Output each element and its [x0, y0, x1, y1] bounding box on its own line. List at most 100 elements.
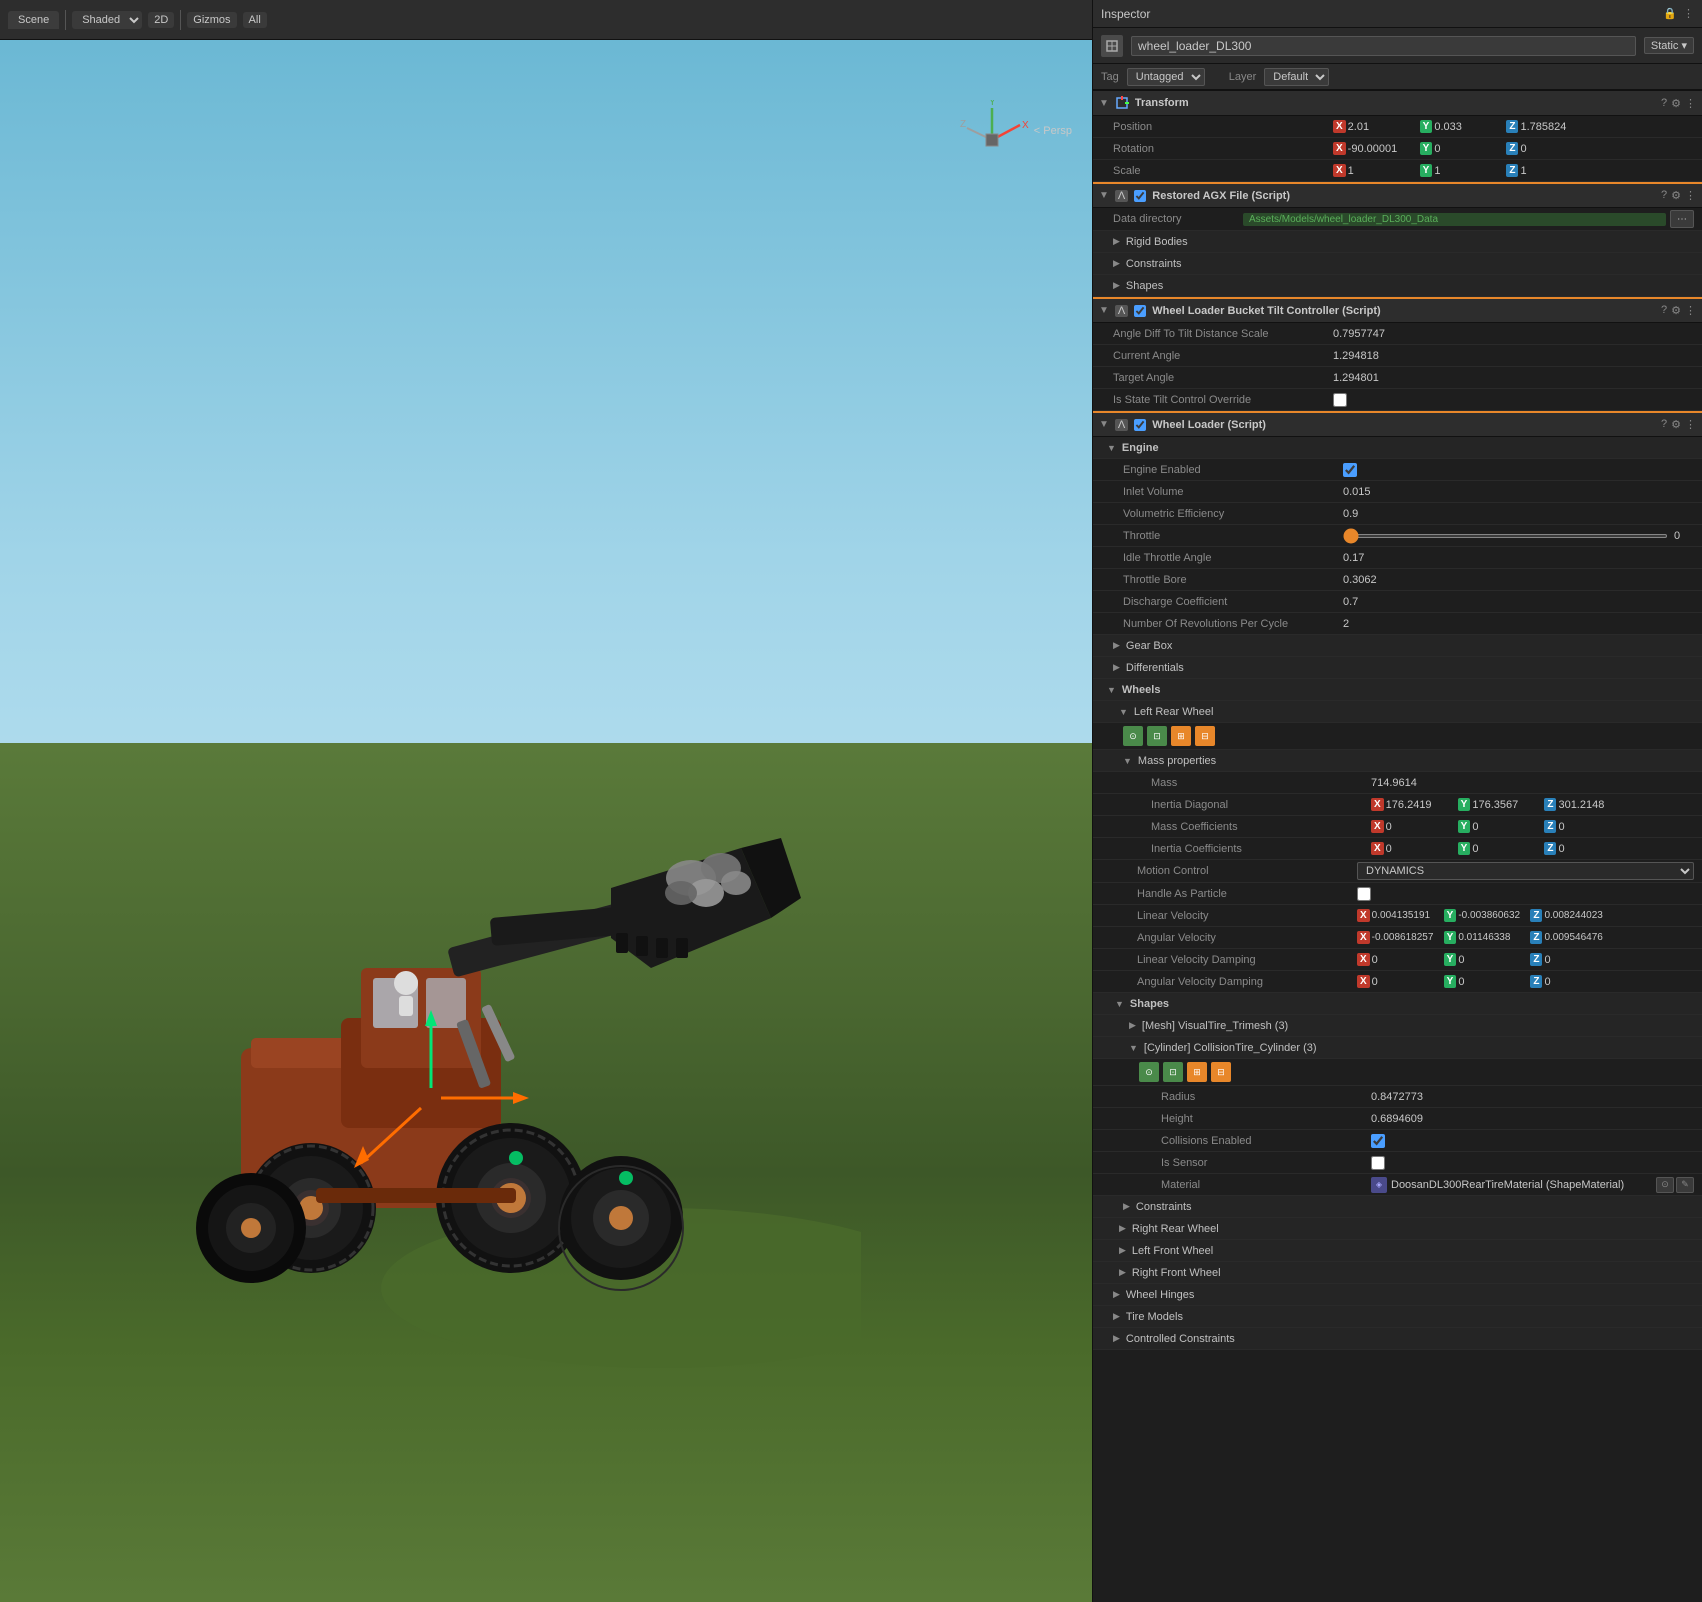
- restored-agx-header[interactable]: ▼ Λ Restored AGX File (Script) ? ⚙ ⋮: [1093, 182, 1702, 208]
- num-revolutions-row: Number Of Revolutions Per Cycle 2: [1093, 613, 1702, 635]
- linear-velocity-row: Linear Velocity X 0.004135191 Y -0.00386…: [1093, 905, 1702, 927]
- mass-properties-section[interactable]: ▼ Mass properties: [1093, 750, 1702, 772]
- gizmos-button[interactable]: Gizmos: [187, 12, 236, 28]
- lvd-z: Z 0: [1530, 953, 1614, 966]
- all-button[interactable]: All: [243, 12, 267, 28]
- tag-select[interactable]: Untagged: [1127, 68, 1205, 86]
- angle-diff-value: 0.7957747: [1333, 328, 1694, 340]
- restored-agx-checkbox[interactable]: [1134, 190, 1146, 202]
- constraints-section[interactable]: ▶ Constraints: [1093, 253, 1702, 275]
- motion-control-dropdown[interactable]: DYNAMICS: [1357, 862, 1694, 880]
- static-badge[interactable]: Static ▾: [1644, 37, 1694, 54]
- wheel-icon-4[interactable]: ⊟: [1195, 726, 1215, 746]
- mesh-visual-section[interactable]: ▶ [Mesh] VisualTire_Trimesh (3): [1093, 1015, 1702, 1037]
- mass-label: Mass: [1151, 777, 1371, 789]
- motion-control-row: Motion Control DYNAMICS: [1093, 860, 1702, 883]
- scene-tab[interactable]: Scene: [8, 11, 59, 29]
- restored-agx-help[interactable]: ?: [1661, 189, 1667, 202]
- wheel-icon-3[interactable]: ⊞: [1171, 726, 1191, 746]
- inertia-diag-y: Y 176.3567: [1458, 798, 1543, 811]
- wl-menu[interactable]: ⋮: [1685, 418, 1696, 431]
- wl-help[interactable]: ?: [1661, 418, 1667, 431]
- throttle-bore-label: Throttle Bore: [1123, 574, 1343, 586]
- wheels-sub-header[interactable]: ▼ Wheels: [1093, 679, 1702, 701]
- rigid-bodies-section[interactable]: ▶ Rigid Bodies: [1093, 231, 1702, 253]
- transform-settings-icon[interactable]: ⚙: [1671, 97, 1681, 110]
- throttle-slider[interactable]: [1343, 534, 1668, 538]
- bucket-menu[interactable]: ⋮: [1685, 304, 1696, 317]
- right-rear-caret: ▶: [1119, 1223, 1126, 1234]
- object-name-input[interactable]: [1131, 36, 1636, 56]
- left-rear-wheel-section[interactable]: ▼ Left Rear Wheel: [1093, 701, 1702, 723]
- shading-dropdown[interactable]: Shaded: [72, 11, 142, 29]
- wheel-icon-1[interactable]: ⊙: [1123, 726, 1143, 746]
- is-state-checkbox[interactable]: [1333, 393, 1347, 407]
- engine-sub-header[interactable]: ▼ Engine: [1093, 437, 1702, 459]
- scale-y-val: 1: [1434, 165, 1504, 177]
- throttle-slider-container: 0: [1343, 530, 1694, 542]
- right-rear-wheel-section[interactable]: ▶ Right Rear Wheel: [1093, 1218, 1702, 1240]
- cylinder-collision-section[interactable]: ▼ [Cylinder] CollisionTire_Cylinder (3): [1093, 1037, 1702, 1059]
- controlled-constraints-section[interactable]: ▶ Controlled Constraints: [1093, 1328, 1702, 1350]
- volumetric-eff-value: 0.9: [1343, 508, 1694, 520]
- linear-velocity-fields: X 0.004135191 Y -0.003860632 Z 0.0082440…: [1357, 909, 1694, 922]
- scene-viewport[interactable]: < Persp X Y Z: [0, 40, 1092, 1602]
- material-edit-button[interactable]: ✎: [1676, 1177, 1694, 1193]
- id-z-label: Z: [1544, 798, 1556, 811]
- engine-title: Engine: [1122, 442, 1159, 454]
- tire-models-section[interactable]: ▶ Tire Models: [1093, 1306, 1702, 1328]
- inspector-lock-icon[interactable]: 🔒: [1663, 7, 1677, 20]
- svg-text:Z: Z: [960, 119, 966, 130]
- wl-settings[interactable]: ⚙: [1671, 418, 1681, 431]
- handle-as-particle-checkbox[interactable]: [1357, 887, 1371, 901]
- radius-label: Radius: [1151, 1091, 1371, 1103]
- engine-enabled-checkbox[interactable]: [1343, 463, 1357, 477]
- material-target-button[interactable]: ⊙: [1656, 1177, 1674, 1193]
- 2d-button[interactable]: 2D: [148, 12, 174, 28]
- position-label: Position: [1113, 121, 1333, 133]
- wheel-shapes-caret: ▼: [1115, 999, 1124, 1009]
- throttle-bore-row: Throttle Bore 0.3062: [1093, 569, 1702, 591]
- id-y-label: Y: [1458, 798, 1471, 811]
- wheel-constraints-section[interactable]: ▶ Constraints: [1093, 1196, 1702, 1218]
- wheel-hinges-caret: ▶: [1113, 1289, 1120, 1300]
- cyl-icon-1[interactable]: ⊙: [1139, 1062, 1159, 1082]
- wheel-loader-header[interactable]: ▼ Λ Wheel Loader (Script) ? ⚙ ⋮: [1093, 411, 1702, 437]
- bucket-tilt-header[interactable]: ▼ Λ Wheel Loader Bucket Tilt Controller …: [1093, 297, 1702, 323]
- scale-row: Scale X 1 Y 1 Z 1: [1093, 160, 1702, 182]
- cyl-icon-3[interactable]: ⊞: [1187, 1062, 1207, 1082]
- differentials-section[interactable]: ▶ Differentials: [1093, 657, 1702, 679]
- is-state-label: Is State Tilt Control Override: [1113, 394, 1333, 406]
- inspector-body[interactable]: Static ▾ Tag Untagged Layer Default ▼ Tr…: [1093, 28, 1702, 1602]
- left-front-wheel-section[interactable]: ▶ Left Front Wheel: [1093, 1240, 1702, 1262]
- layer-select[interactable]: Default: [1264, 68, 1329, 86]
- transform-help-icon[interactable]: ?: [1661, 97, 1667, 110]
- wheel-icon-2[interactable]: ⊡: [1147, 726, 1167, 746]
- restored-agx-menu[interactable]: ⋮: [1685, 189, 1696, 202]
- gear-box-section[interactable]: ▶ Gear Box: [1093, 635, 1702, 657]
- bucket-help[interactable]: ?: [1661, 304, 1667, 317]
- bucket-tilt-checkbox[interactable]: [1134, 305, 1146, 317]
- transform-section-header[interactable]: ▼ Transform ? ⚙ ⋮: [1093, 90, 1702, 116]
- wheel-shapes-header[interactable]: ▼ Shapes: [1093, 993, 1702, 1015]
- wheel-hinges-section[interactable]: ▶ Wheel Hinges: [1093, 1284, 1702, 1306]
- discharge-coeff-value: 0.7: [1343, 596, 1694, 608]
- ic-x-val: 0: [1386, 843, 1456, 855]
- right-front-wheel-section[interactable]: ▶ Right Front Wheel: [1093, 1262, 1702, 1284]
- cyl-icon-4[interactable]: ⊟: [1211, 1062, 1231, 1082]
- mass-coeff-fields: X 0 Y 0 Z 0: [1371, 820, 1694, 833]
- shapes-section[interactable]: ▶ Shapes: [1093, 275, 1702, 297]
- wheel-loader-icons: ? ⚙ ⋮: [1661, 418, 1696, 431]
- discharge-coeff-row: Discharge Coefficient 0.7: [1093, 591, 1702, 613]
- restored-agx-settings[interactable]: ⚙: [1671, 189, 1681, 202]
- idle-throttle-label: Idle Throttle Angle: [1123, 552, 1343, 564]
- inspector-menu-icon[interactable]: ⋮: [1683, 7, 1694, 20]
- cyl-icon-2[interactable]: ⊡: [1163, 1062, 1183, 1082]
- is-sensor-checkbox[interactable]: [1371, 1156, 1385, 1170]
- data-dir-browse-button[interactable]: ⋯: [1670, 210, 1694, 228]
- bucket-settings[interactable]: ⚙: [1671, 304, 1681, 317]
- lv-z: Z 0.008244023: [1530, 909, 1614, 922]
- transform-menu-icon[interactable]: ⋮: [1685, 97, 1696, 110]
- collisions-enabled-checkbox[interactable]: [1371, 1134, 1385, 1148]
- wheel-loader-checkbox[interactable]: [1134, 419, 1146, 431]
